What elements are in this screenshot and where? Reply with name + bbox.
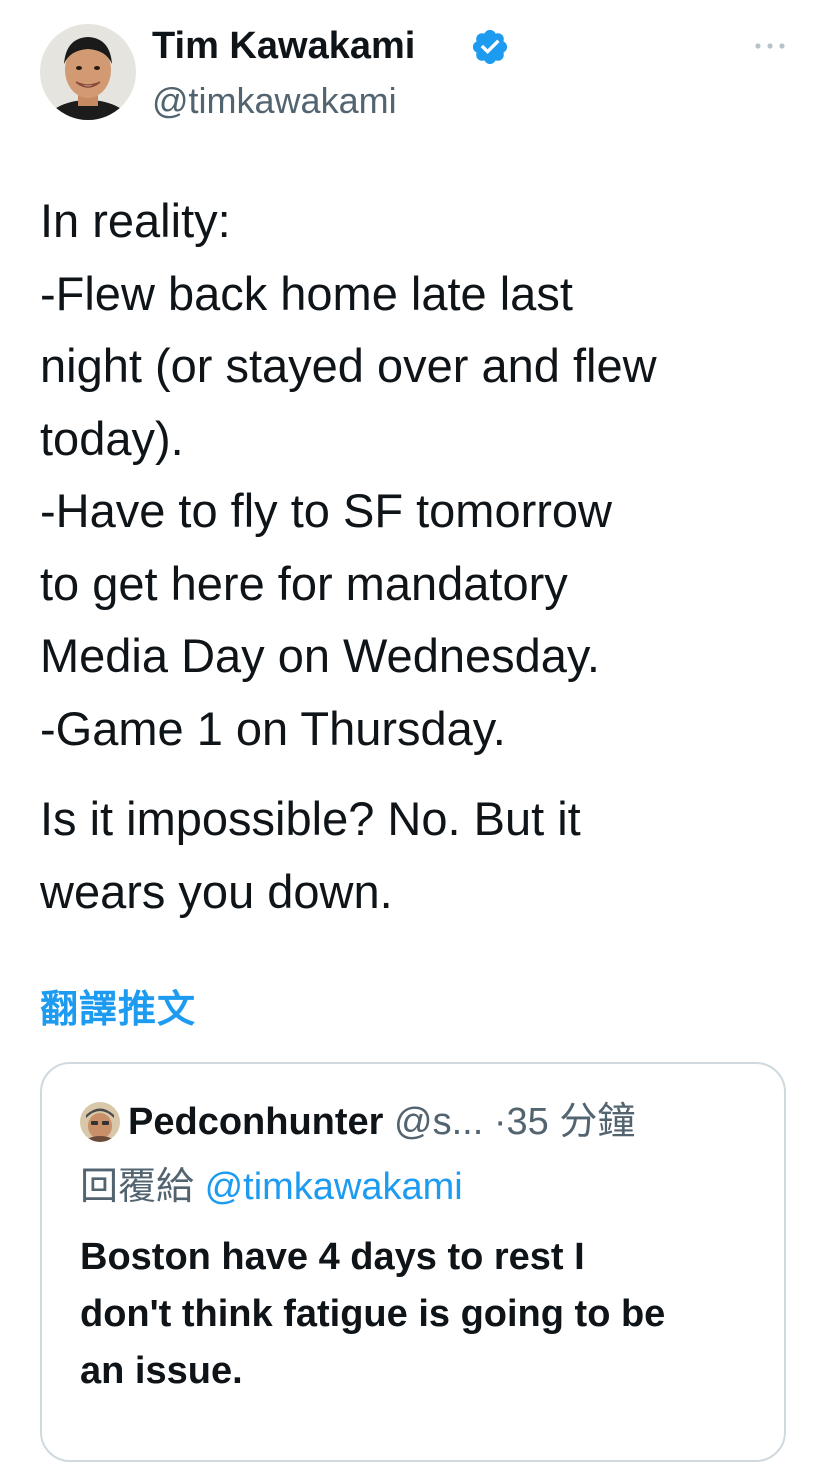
quote-text: Boston have 4 days to rest I don't think…: [80, 1229, 760, 1400]
author-handle[interactable]: @timkawakami: [152, 78, 397, 124]
reply-prefix: 回覆給: [80, 1166, 195, 1208]
quote-author-handle: @s...: [394, 1101, 484, 1143]
tweet-line: today).: [40, 411, 184, 465]
tweet-line: In reality:: [40, 194, 231, 247]
quote-line: an issue.: [80, 1350, 243, 1392]
quoted-tweet-card[interactable]: Pedconhunter @s... ·35 分鐘 回覆給 @timkawaka…: [40, 1062, 786, 1462]
quote-avatar-image: [80, 1102, 120, 1142]
tweet-line: night (or stayed over and flew: [40, 339, 657, 392]
quote-reply-context: 回覆給 @timkawakami: [80, 1162, 463, 1212]
tweet-line: -Flew back home late last: [40, 266, 573, 320]
tweet-text: In reality: -Flew back home late last ni…: [40, 185, 800, 928]
author-name[interactable]: Tim Kawakami: [152, 22, 415, 70]
translate-tweet-link[interactable]: 翻譯推文: [40, 985, 196, 1035]
tweet-line: Media Day on Wednesday.: [40, 629, 600, 682]
more-dots-icon[interactable]: [752, 36, 788, 56]
avatar-image: [40, 24, 136, 120]
reply-mention-link[interactable]: @timkawakami: [205, 1166, 463, 1208]
tweet-line: Is it impossible? No. But it: [40, 792, 581, 845]
tweet-line: -Game 1 on Thursday.: [40, 701, 506, 755]
quote-timestamp: 35 分鐘: [506, 1101, 636, 1143]
quote-line: Boston have 4 days to rest I: [80, 1236, 585, 1278]
tweet-paragraph-2: Is it impossible? No. But it wears you d…: [40, 783, 800, 928]
verified-badge-icon: [472, 29, 508, 65]
tweet-paragraph-1: In reality: -Flew back home late last ni…: [40, 185, 800, 765]
quote-separator: ·: [493, 1101, 507, 1143]
quote-author-name: Pedconhunter: [128, 1101, 384, 1143]
tweet-line: wears you down.: [40, 864, 393, 918]
author-avatar[interactable]: [40, 24, 136, 120]
quote-header: Pedconhunter @s... ·35 分鐘: [128, 1097, 635, 1147]
quote-line: don't think fatigue is going to be: [80, 1293, 666, 1335]
tweet-line: to get here for mandatory: [40, 556, 568, 610]
tweet-line: -Have to fly to SF tomorrow: [40, 484, 612, 537]
quote-author-avatar: [80, 1102, 120, 1142]
